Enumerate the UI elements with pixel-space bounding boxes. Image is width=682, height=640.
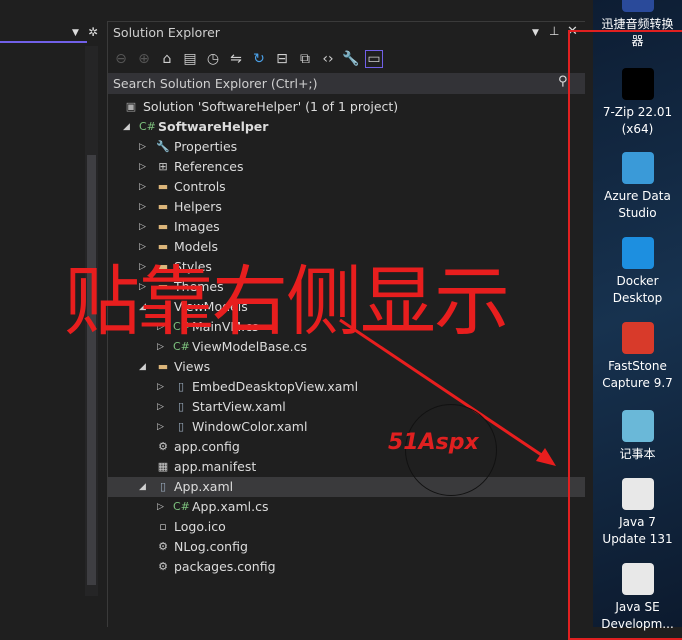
watermark-text: 51Aspx <box>388 430 479 455</box>
annotation-arrow <box>339 318 556 466</box>
